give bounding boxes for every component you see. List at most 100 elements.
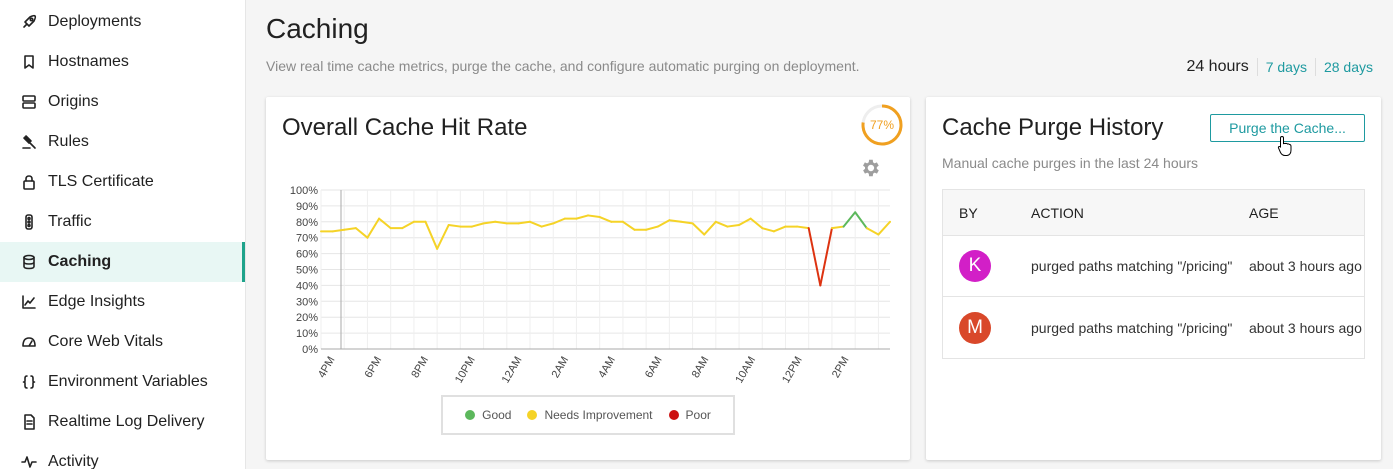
column-header-action: ACTION [1031,204,1084,221]
sidebar-item-deployments[interactable]: Deployments [0,2,245,42]
legend-dot [527,410,538,420]
sidebar-item-caching[interactable]: Caching [0,242,245,282]
y-tick-label: 70% [296,233,318,245]
table-row: M purged paths matching "/pricing" about… [943,297,1364,358]
time-range-selector: 24 hours 7 days 28 days [1178,58,1381,76]
series-line-segment [645,225,659,231]
card-title: Cache Purge History [942,114,1164,141]
series-line-segment [761,227,775,233]
sidebar-item-label: Deployments [48,13,142,30]
rocket-icon [20,13,38,31]
by-cell: K [943,250,1031,282]
chart-legend: Good Needs Improvement Poor [441,395,735,435]
age-cell: about 3 hours ago [1249,258,1362,274]
gavel-icon [20,133,38,151]
legend-item-poor: Poor [668,408,711,422]
column-header-by: BY [959,204,978,221]
lock-icon [20,173,38,191]
series-line-segment [703,220,717,236]
y-tick-label: 30% [296,296,318,308]
sidebar-item-traffic[interactable]: Traffic [0,202,245,242]
cache-hit-rate-card: Overall Cache Hit Rate 77% 100% 90% 80% 70%… [266,97,910,460]
action-cell: purged paths matching "/pricing" [1031,258,1233,274]
bookmark-icon [20,53,38,71]
sidebar-item-edge-insights[interactable]: Edge Insights [0,282,245,322]
series-line-segment [470,222,485,228]
page-subtitle: View real time cache metrics, purge the … [266,58,860,74]
sidebar-item-core-web-vitals[interactable]: Core Web Vitals [0,322,245,362]
x-tick-label: 8PM [409,355,431,381]
sidebar-item-label: Hostnames [48,53,129,70]
series-line-segment [529,220,543,228]
range-28-days[interactable]: 28 days [1316,59,1381,75]
series-line-segment [691,222,706,236]
x-tick-label: 8AM [690,355,712,381]
x-tick-label: 10PM [453,355,478,386]
action-cell: purged paths matching "/pricing" [1031,319,1233,336]
table-row: K purged paths matching "/pricing" about… [943,236,1364,297]
series-line-segment [354,227,369,239]
sidebar-item-label: Realtime Log Delivery [48,413,205,430]
y-tick-label: 0% [302,344,318,356]
legend-label: Needs Improvement [544,408,653,422]
range-24-hours[interactable]: 24 hours [1178,58,1256,76]
column-header-age: AGE [1249,204,1279,221]
sidebar: Deployments Hostnames Origins Rules TLS … [0,0,246,469]
range-7-days[interactable]: 7 days [1258,59,1315,75]
sidebar-item-origins[interactable]: Origins [0,82,245,122]
series-line-segment [749,217,764,230]
sidebar-item-realtime-log-delivery[interactable]: Realtime Log Delivery [0,402,245,442]
hand-cursor-icon [1277,135,1292,156]
series-line-segment [621,220,636,231]
legend-dot [465,410,476,420]
sidebar-item-label: Environment Variables [48,373,208,390]
legend-item-good: Good [465,408,511,422]
series-line-segment [552,217,566,225]
series-line-segment [819,227,833,287]
series-line-segment [726,223,741,228]
series-line-segment [807,227,822,287]
y-tick-label: 20% [296,312,318,324]
y-tick-label: 10% [296,328,318,340]
sidebar-item-label: Rules [48,133,89,150]
series-line-segment [830,225,845,230]
card-title: Overall Cache Hit Rate [282,114,528,141]
series-line-segment [854,211,868,230]
legend-dot [668,410,679,420]
page-title: Caching [266,13,369,44]
speedometer-icon [20,333,38,351]
series-line-segment [401,220,415,230]
series-line-segment [865,227,880,236]
series-line-segment [447,223,462,228]
server-icon [20,93,38,111]
sidebar-item-hostnames[interactable]: Hostnames [0,42,245,82]
gear-icon[interactable] [859,157,881,179]
avatar: K [959,250,991,282]
x-tick-label: 12PM [780,355,805,386]
x-tick-label: 10AM [733,354,758,385]
x-tick-label: 6PM [363,355,385,381]
sidebar-item-label: Origins [48,93,99,110]
series-line-segment [575,214,590,220]
x-tick-label: 4AM [596,355,618,381]
series-line-segment [343,227,357,231]
x-tick-label: 2AM [550,355,572,381]
sidebar-item-label: Edge Insights [48,293,145,310]
y-tick-label: 40% [296,280,318,292]
sidebar-item-activity[interactable]: Activity [0,442,245,469]
traffic-light-icon [20,213,38,231]
series-line-segment [796,225,810,230]
purge-history-table: BY ACTION AGE K purged paths matching "/… [942,189,1365,359]
sidebar-item-environment-variables[interactable]: Environment Variables [0,362,245,402]
series-line-segment [842,211,857,228]
database-icon [20,253,38,271]
legend-item-needs-improvement: Needs Improvement [527,408,653,422]
series-line-segment [331,228,346,233]
gauge-value: 77% [869,118,895,132]
sidebar-item-rules[interactable]: Rules [0,122,245,162]
series-line-segment [598,216,613,223]
series-line-segment [877,220,891,236]
sidebar-item-tls-certificate[interactable]: TLS Certificate [0,162,245,202]
y-tick-label: 80% [296,217,318,229]
document-icon [20,413,38,431]
